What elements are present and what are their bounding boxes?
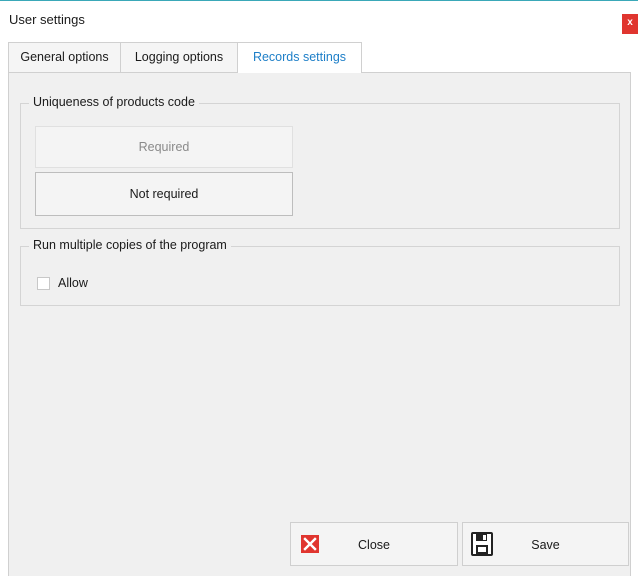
close-button[interactable]: Close (290, 522, 458, 566)
window-close-button[interactable]: x (622, 14, 638, 34)
save-button[interactable]: Save (462, 522, 629, 566)
tab-label: General options (20, 50, 109, 64)
not-required-button[interactable]: Not required (35, 172, 293, 216)
tab-logging-options[interactable]: Logging options (120, 42, 238, 72)
window-title: User settings (9, 12, 85, 27)
multiple-copies-group-title: Run multiple copies of the program (29, 238, 231, 252)
records-settings-panel: Uniqueness of products code Required Not… (8, 72, 631, 576)
allow-label[interactable]: Allow (58, 276, 88, 290)
required-label: Required (138, 140, 190, 154)
multiple-copies-groupbox: Run multiple copies of the program Allow (20, 238, 620, 306)
uniqueness-groupbox: Uniqueness of products code Required Not… (20, 95, 620, 229)
allow-checkbox[interactable] (37, 277, 50, 290)
not-required-label: Not required (129, 187, 199, 201)
settings-window: User settings x General options Logging … (0, 0, 638, 576)
tab-records-settings[interactable]: Records settings (237, 42, 362, 73)
tab-label: Logging options (134, 50, 224, 64)
save-button-label: Save (531, 538, 560, 552)
required-button[interactable]: Required (35, 126, 293, 168)
close-icon: x (627, 17, 633, 28)
tab-label: Records settings (252, 50, 347, 64)
tab-general-options[interactable]: General options (8, 42, 121, 72)
close-button-label: Close (358, 538, 390, 552)
title-bar: User settings x (0, 1, 638, 39)
uniqueness-group-title: Uniqueness of products code (29, 95, 199, 109)
